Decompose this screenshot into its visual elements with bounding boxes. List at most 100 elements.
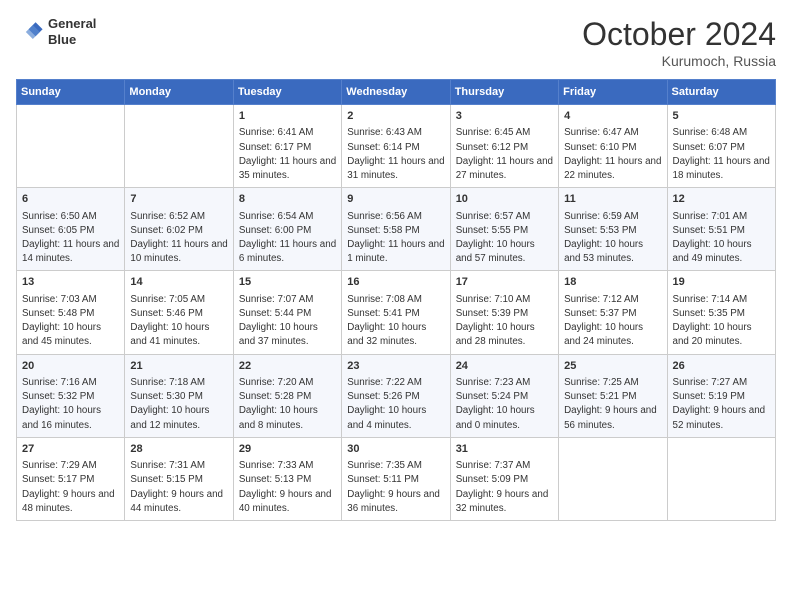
calendar-cell: 17 Sunrise: 7:10 AM Sunset: 5:39 PM Dayli… bbox=[450, 271, 558, 354]
day-number: 24 bbox=[456, 359, 553, 374]
day-detail: Sunrise: 6:43 AM Sunset: 6:14 PM Dayligh… bbox=[347, 126, 444, 183]
calendar-cell: 29 Sunrise: 7:33 AM Sunset: 5:13 PM Dayli… bbox=[233, 437, 341, 520]
day-detail: Sunrise: 7:25 AM Sunset: 5:21 PM Dayligh… bbox=[564, 376, 661, 433]
col-header-wednesday: Wednesday bbox=[342, 80, 450, 105]
day-number: 19 bbox=[673, 275, 770, 290]
day-number: 7 bbox=[130, 192, 227, 207]
calendar-cell: 24 Sunrise: 7:23 AM Sunset: 5:24 PM Dayli… bbox=[450, 354, 558, 437]
calendar-cell bbox=[125, 105, 233, 188]
day-number: 23 bbox=[347, 359, 444, 374]
day-detail: Sunrise: 7:33 AM Sunset: 5:13 PM Dayligh… bbox=[239, 459, 336, 516]
day-detail: Sunrise: 6:41 AM Sunset: 6:17 PM Dayligh… bbox=[239, 126, 336, 183]
calendar-week-row: 27 Sunrise: 7:29 AM Sunset: 5:17 PM Dayli… bbox=[17, 437, 776, 520]
day-number: 3 bbox=[456, 109, 553, 124]
calendar-cell: 30 Sunrise: 7:35 AM Sunset: 5:11 PM Dayli… bbox=[342, 437, 450, 520]
calendar-week-row: 6 Sunrise: 6:50 AM Sunset: 6:05 PM Daylig… bbox=[17, 188, 776, 271]
day-number: 27 bbox=[22, 442, 119, 457]
calendar-week-row: 20Sunrise: 7:16 AM Sunset: 5:32 PM Dayli… bbox=[17, 354, 776, 437]
day-number: 17 bbox=[456, 275, 553, 290]
calendar-cell: 27 Sunrise: 7:29 AM Sunset: 5:17 PM Dayli… bbox=[17, 437, 125, 520]
col-header-sunday: Sunday bbox=[17, 80, 125, 105]
day-number: 29 bbox=[239, 442, 336, 457]
calendar-cell: 20Sunrise: 7:16 AM Sunset: 5:32 PM Dayli… bbox=[17, 354, 125, 437]
day-detail: Sunrise: 6:56 AM Sunset: 5:58 PM Dayligh… bbox=[347, 210, 444, 267]
calendar-cell: 16 Sunrise: 7:08 AM Sunset: 5:41 PM Dayli… bbox=[342, 271, 450, 354]
calendar-cell: 2 Sunrise: 6:43 AM Sunset: 6:14 PM Daylig… bbox=[342, 105, 450, 188]
day-number: 28 bbox=[130, 442, 227, 457]
calendar-cell: 4Sunrise: 6:47 AM Sunset: 6:10 PM Daylig… bbox=[559, 105, 667, 188]
day-detail: Sunrise: 6:54 AM Sunset: 6:00 PM Dayligh… bbox=[239, 210, 336, 267]
day-number: 11 bbox=[564, 192, 661, 207]
calendar-cell: 14 Sunrise: 7:05 AM Sunset: 5:46 PM Dayli… bbox=[125, 271, 233, 354]
day-number: 15 bbox=[239, 275, 336, 290]
day-number: 5 bbox=[673, 109, 770, 124]
day-detail: Sunrise: 7:23 AM Sunset: 5:24 PM Dayligh… bbox=[456, 376, 553, 433]
day-detail: Sunrise: 7:31 AM Sunset: 5:15 PM Dayligh… bbox=[130, 459, 227, 516]
day-number: 12 bbox=[673, 192, 770, 207]
col-header-thursday: Thursday bbox=[450, 80, 558, 105]
day-detail: Sunrise: 6:50 AM Sunset: 6:05 PM Dayligh… bbox=[22, 210, 119, 267]
calendar-week-row: 1 Sunrise: 6:41 AM Sunset: 6:17 PM Daylig… bbox=[17, 105, 776, 188]
day-detail: Sunrise: 6:47 AM Sunset: 6:10 PM Dayligh… bbox=[564, 126, 661, 183]
day-number: 22 bbox=[239, 359, 336, 374]
day-detail: Sunrise: 7:20 AM Sunset: 5:28 PM Dayligh… bbox=[239, 376, 336, 433]
calendar-cell bbox=[17, 105, 125, 188]
logo-text: General Blue bbox=[48, 16, 96, 47]
day-detail: Sunrise: 6:57 AM Sunset: 5:55 PM Dayligh… bbox=[456, 210, 553, 267]
page-header: General Blue October 2024 Kurumoch, Russ… bbox=[16, 16, 776, 69]
day-detail: Sunrise: 7:35 AM Sunset: 5:11 PM Dayligh… bbox=[347, 459, 444, 516]
day-detail: Sunrise: 6:52 AM Sunset: 6:02 PM Dayligh… bbox=[130, 210, 227, 267]
day-number: 9 bbox=[347, 192, 444, 207]
day-number: 6 bbox=[22, 192, 119, 207]
calendar-cell: 13Sunrise: 7:03 AM Sunset: 5:48 PM Dayli… bbox=[17, 271, 125, 354]
calendar-cell bbox=[559, 437, 667, 520]
day-detail: Sunrise: 6:48 AM Sunset: 6:07 PM Dayligh… bbox=[673, 126, 770, 183]
day-number: 30 bbox=[347, 442, 444, 457]
calendar-table: SundayMondayTuesdayWednesdayThursdayFrid… bbox=[16, 79, 776, 521]
day-detail: Sunrise: 7:18 AM Sunset: 5:30 PM Dayligh… bbox=[130, 376, 227, 433]
day-detail: Sunrise: 7:14 AM Sunset: 5:35 PM Dayligh… bbox=[673, 293, 770, 350]
calendar-cell: 18Sunrise: 7:12 AM Sunset: 5:37 PM Dayli… bbox=[559, 271, 667, 354]
logo: General Blue bbox=[16, 16, 96, 47]
day-detail: Sunrise: 7:10 AM Sunset: 5:39 PM Dayligh… bbox=[456, 293, 553, 350]
col-header-tuesday: Tuesday bbox=[233, 80, 341, 105]
calendar-cell: 8 Sunrise: 6:54 AM Sunset: 6:00 PM Daylig… bbox=[233, 188, 341, 271]
day-detail: Sunrise: 7:12 AM Sunset: 5:37 PM Dayligh… bbox=[564, 293, 661, 350]
day-detail: Sunrise: 7:22 AM Sunset: 5:26 PM Dayligh… bbox=[347, 376, 444, 433]
col-header-friday: Friday bbox=[559, 80, 667, 105]
calendar-week-row: 13Sunrise: 7:03 AM Sunset: 5:48 PM Dayli… bbox=[17, 271, 776, 354]
calendar-cell: 12 Sunrise: 7:01 AM Sunset: 5:51 PM Dayli… bbox=[667, 188, 775, 271]
day-number: 14 bbox=[130, 275, 227, 290]
day-detail: Sunrise: 7:05 AM Sunset: 5:46 PM Dayligh… bbox=[130, 293, 227, 350]
calendar-cell: 7 Sunrise: 6:52 AM Sunset: 6:02 PM Daylig… bbox=[125, 188, 233, 271]
day-number: 8 bbox=[239, 192, 336, 207]
day-detail: Sunrise: 7:08 AM Sunset: 5:41 PM Dayligh… bbox=[347, 293, 444, 350]
calendar-cell: 5 Sunrise: 6:48 AM Sunset: 6:07 PM Daylig… bbox=[667, 105, 775, 188]
logo-icon bbox=[16, 18, 44, 46]
col-header-monday: Monday bbox=[125, 80, 233, 105]
calendar-cell: 26Sunrise: 7:27 AM Sunset: 5:19 PM Dayli… bbox=[667, 354, 775, 437]
calendar-cell: 19 Sunrise: 7:14 AM Sunset: 5:35 PM Dayli… bbox=[667, 271, 775, 354]
day-number: 16 bbox=[347, 275, 444, 290]
day-detail: Sunrise: 7:16 AM Sunset: 5:32 PM Dayligh… bbox=[22, 376, 119, 433]
calendar-header-row: SundayMondayTuesdayWednesdayThursdayFrid… bbox=[17, 80, 776, 105]
day-number: 2 bbox=[347, 109, 444, 124]
day-number: 21 bbox=[130, 359, 227, 374]
day-number: 1 bbox=[239, 109, 336, 124]
month-year: October 2024 bbox=[582, 16, 776, 53]
calendar-cell: 1 Sunrise: 6:41 AM Sunset: 6:17 PM Daylig… bbox=[233, 105, 341, 188]
day-detail: Sunrise: 7:03 AM Sunset: 5:48 PM Dayligh… bbox=[22, 293, 119, 350]
day-number: 26 bbox=[673, 359, 770, 374]
day-detail: Sunrise: 6:45 AM Sunset: 6:12 PM Dayligh… bbox=[456, 126, 553, 183]
calendar-cell: 15Sunrise: 7:07 AM Sunset: 5:44 PM Dayli… bbox=[233, 271, 341, 354]
calendar-cell: 21 Sunrise: 7:18 AM Sunset: 5:30 PM Dayli… bbox=[125, 354, 233, 437]
calendar-cell: 31Sunrise: 7:37 AM Sunset: 5:09 PM Dayli… bbox=[450, 437, 558, 520]
day-number: 25 bbox=[564, 359, 661, 374]
day-detail: Sunrise: 7:01 AM Sunset: 5:51 PM Dayligh… bbox=[673, 210, 770, 267]
calendar-cell: 23 Sunrise: 7:22 AM Sunset: 5:26 PM Dayli… bbox=[342, 354, 450, 437]
day-number: 31 bbox=[456, 442, 553, 457]
day-detail: Sunrise: 7:29 AM Sunset: 5:17 PM Dayligh… bbox=[22, 459, 119, 516]
calendar-cell: 28 Sunrise: 7:31 AM Sunset: 5:15 PM Dayli… bbox=[125, 437, 233, 520]
location: Kurumoch, Russia bbox=[582, 53, 776, 69]
calendar-cell: 9 Sunrise: 6:56 AM Sunset: 5:58 PM Daylig… bbox=[342, 188, 450, 271]
